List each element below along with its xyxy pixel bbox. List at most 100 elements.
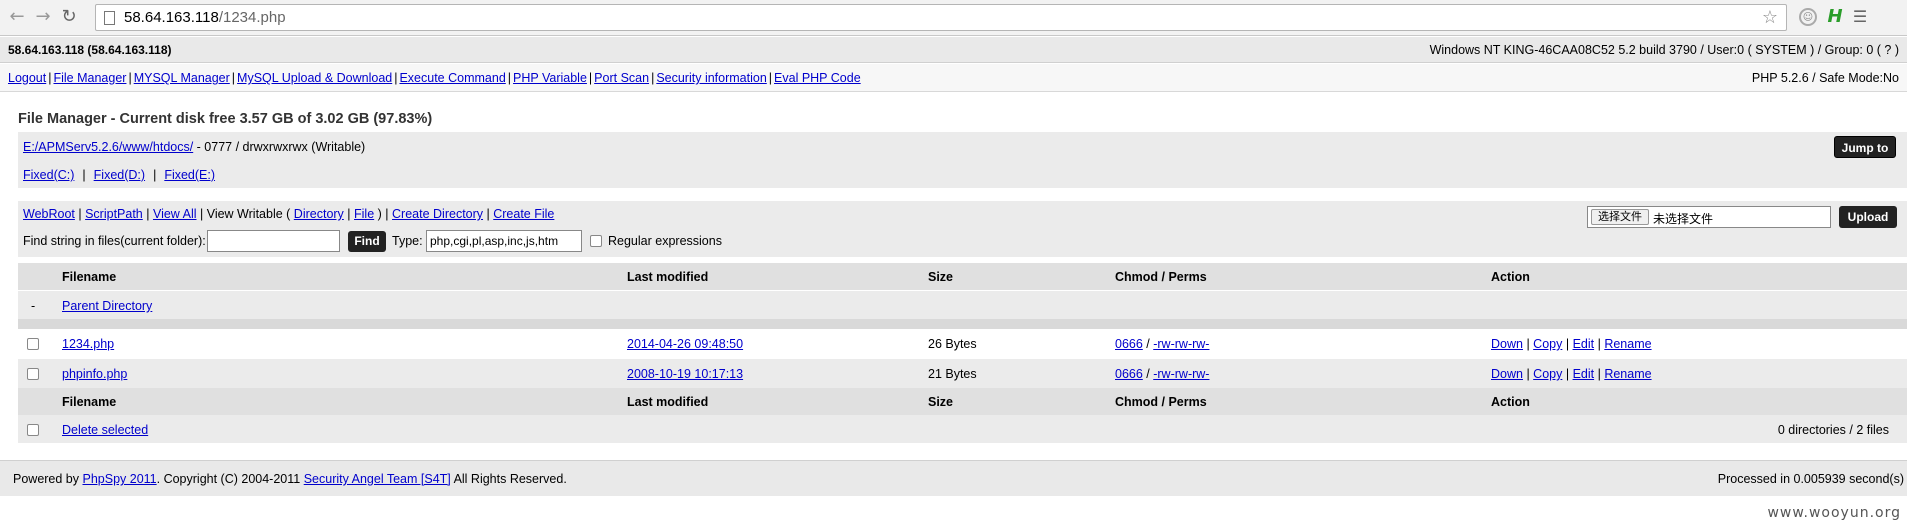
processing-time: Processed in 0.005939 second(s) — [1717, 472, 1904, 486]
view-all-link[interactable]: View All — [153, 207, 197, 221]
file-size: 21 Bytes — [928, 367, 977, 381]
file-modified-link[interactable]: 2008-10-19 10:17:13 — [627, 367, 743, 381]
footer-credits: Powered by PhpSpy 2011. Copyright (C) 20… — [13, 472, 567, 486]
browser-toolbar: ← → ↻ 58.64.163.118/1234.php ☆ ☺ H ☰ — [0, 0, 1907, 36]
menu-execute-command[interactable]: Execute Command — [399, 71, 505, 85]
row-checkbox — [27, 337, 39, 353]
back-arrow-icon[interactable]: ← — [6, 6, 28, 28]
menu-php-variable[interactable]: PHP Variable — [513, 71, 587, 85]
rename-link[interactable]: Rename — [1604, 367, 1651, 381]
delete-selected-link[interactable]: Delete selected — [62, 423, 148, 437]
forward-arrow-icon[interactable]: → — [32, 6, 54, 28]
reload-icon[interactable]: ↻ — [58, 6, 80, 28]
create-file-link[interactable]: Create File — [493, 207, 554, 221]
type-label: Type: — [392, 234, 423, 248]
scriptpath-link[interactable]: ScriptPath — [85, 207, 143, 221]
upload-file-input[interactable]: 选择文件 未选择文件 — [1587, 206, 1831, 228]
current-path-line: E:/APMServ5.2.6/www/htdocs/ - 0777 / drw… — [23, 140, 365, 154]
file-name-link[interactable]: 1234.php — [62, 337, 114, 351]
chmod-link[interactable]: 0666 — [1115, 367, 1143, 381]
no-file-chosen-label: 未选择文件 — [1653, 212, 1714, 226]
regex-label: Regular expressions — [608, 234, 722, 248]
menu-logout[interactable]: Logout — [8, 71, 46, 85]
col-last-modified: Last modified — [627, 395, 709, 409]
regex-checkbox[interactable] — [590, 235, 602, 247]
main-menu-bar: Logout | File Manager | MYSQL Manager | MySQL … — [0, 64, 1907, 92]
copy-link[interactable]: Copy — [1533, 337, 1562, 351]
watermark: www.wooyun.org — [1767, 505, 1901, 521]
file-summary: 0 directories / 2 files — [1777, 423, 1889, 437]
file-checkbox[interactable] — [27, 338, 39, 350]
perms-link[interactable]: -rw-rw-rw- — [1153, 367, 1209, 381]
extension-icon[interactable]: ☺ — [1799, 8, 1817, 26]
copy-link[interactable]: Copy — [1533, 367, 1562, 381]
select-all — [27, 423, 39, 439]
address-url[interactable]: 58.64.163.118/1234.php — [124, 9, 286, 26]
tools-links: WebRoot | ScriptPath | View All | View W… — [23, 207, 555, 221]
path-permissions: - 0777 / drwxrwxrwx (Writable) — [193, 140, 366, 154]
find-label: Find string in files(current folder): — [23, 234, 206, 248]
edit-link[interactable]: Edit — [1573, 367, 1595, 381]
drive-c-link[interactable]: Fixed(C:) — [23, 168, 74, 182]
col-filename: Filename — [62, 395, 117, 409]
rename-link[interactable]: Rename — [1604, 337, 1651, 351]
perms-link[interactable]: -rw-rw-rw- — [1153, 337, 1209, 351]
team-link[interactable]: Security Angel Team [S4T] — [304, 472, 451, 486]
create-directory-link[interactable]: Create Directory — [392, 207, 483, 221]
menu-port-scan[interactable]: Port Scan — [594, 71, 649, 85]
current-path-link[interactable]: E:/APMServ5.2.6/www/htdocs/ — [23, 140, 193, 154]
table-footer-header: Filename Last modified Size Chmod / Perm… — [18, 388, 1907, 415]
system-info-bar: 58.64.163.118 (58.64.163.118) Windows NT… — [0, 37, 1907, 63]
drive-list: Fixed(C:) | Fixed(D:) | Fixed(E:) — [23, 168, 216, 182]
separator — [18, 319, 1907, 329]
address-bar[interactable]: 58.64.163.118/1234.php ☆ — [95, 4, 1787, 31]
bookmark-star-icon[interactable]: ☆ — [1762, 7, 1778, 28]
type-input[interactable]: php,cgi,pl,asp,inc,js,htm — [426, 230, 582, 252]
find-string-input[interactable] — [207, 230, 340, 252]
menu-mysql-upload[interactable]: MySQL Upload & Download — [237, 71, 392, 85]
file-perms: 0666 / -rw-rw-rw- — [1115, 367, 1210, 381]
chmod-link[interactable]: 0666 — [1115, 337, 1143, 351]
upload-button[interactable]: Upload — [1839, 206, 1897, 228]
down-link[interactable]: Down — [1491, 367, 1523, 381]
parent-directory-link[interactable]: Parent Directory — [62, 299, 152, 313]
edit-link[interactable]: Edit — [1573, 337, 1595, 351]
drive-e-link[interactable]: Fixed(E:) — [164, 168, 215, 182]
parent-directory-row: - Parent Directory — [18, 291, 1907, 319]
col-size: Size — [928, 270, 954, 284]
table-header: Filename Last modified Size Chmod / Perm… — [18, 263, 1907, 290]
file-name-link[interactable]: phpinfo.php — [62, 367, 127, 381]
row-checkbox — [27, 367, 39, 383]
view-writable-directory-link[interactable]: Directory — [294, 207, 344, 221]
webroot-link[interactable]: WebRoot — [23, 207, 75, 221]
file-actions: Down | Copy | Edit | Rename — [1491, 367, 1652, 381]
phpspy-link[interactable]: PhpSpy 2011 — [82, 472, 156, 486]
col-last-modified: Last modified — [627, 270, 709, 284]
host-label: 58.64.163.118 (58.64.163.118) — [8, 43, 172, 57]
menu-mysql-manager[interactable]: MYSQL Manager — [134, 71, 230, 85]
menu-security-info[interactable]: Security information — [656, 71, 766, 85]
col-chmod: Chmod / Perms — [1115, 270, 1207, 284]
drive-d-link[interactable]: Fixed(D:) — [94, 168, 145, 182]
path-panel: E:/APMServ5.2.6/www/htdocs/ - 0777 / drw… — [18, 132, 1907, 188]
page-icon — [104, 11, 115, 25]
col-filename: Filename — [62, 270, 117, 284]
file-perms: 0666 / -rw-rw-rw- — [1115, 337, 1210, 351]
menu-icon[interactable]: ☰ — [1850, 7, 1870, 27]
file-checkbox[interactable] — [27, 368, 39, 380]
select-all-checkbox[interactable] — [27, 424, 39, 436]
h-extension-icon[interactable]: H — [1825, 7, 1845, 27]
file-size: 26 Bytes — [928, 337, 977, 351]
jump-to-button[interactable]: Jump to — [1834, 136, 1896, 158]
main-menu: Logout | File Manager | MYSQL Manager | MySQL … — [8, 71, 861, 85]
down-link[interactable]: Down — [1491, 337, 1523, 351]
menu-eval-php[interactable]: Eval PHP Code — [774, 71, 861, 85]
view-writable-file-link[interactable]: File — [354, 207, 374, 221]
col-action: Action — [1491, 270, 1530, 284]
choose-file-button[interactable]: 选择文件 — [1591, 209, 1649, 225]
file-modified-link[interactable]: 2014-04-26 09:48:50 — [627, 337, 743, 351]
page-title: File Manager - Current disk free 3.57 GB… — [18, 111, 433, 127]
table-row: phpinfo.php 2008-10-19 10:17:13 21 Bytes… — [18, 359, 1907, 388]
find-button[interactable]: Find — [348, 231, 386, 252]
menu-file-manager[interactable]: File Manager — [53, 71, 126, 85]
